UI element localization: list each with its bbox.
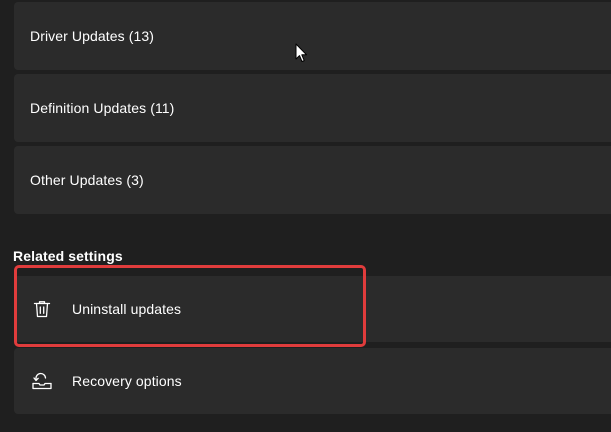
other-updates-label: Other Updates (3) xyxy=(30,172,144,188)
trash-icon xyxy=(31,298,53,320)
recovery-options-item[interactable]: Recovery options xyxy=(14,348,611,414)
recovery-icon xyxy=(31,370,53,392)
driver-updates-label: Driver Updates (13) xyxy=(30,28,155,44)
related-settings-heading: Related settings xyxy=(13,248,123,264)
other-updates-item[interactable]: Other Updates (3) xyxy=(14,146,611,214)
uninstall-updates-item[interactable]: Uninstall updates xyxy=(14,276,611,342)
driver-updates-item[interactable]: Driver Updates (13) xyxy=(14,2,611,70)
definition-updates-item[interactable]: Definition Updates (11) xyxy=(14,74,611,142)
definition-updates-label: Definition Updates (11) xyxy=(30,100,175,116)
recovery-options-label: Recovery options xyxy=(72,373,182,389)
uninstall-updates-label: Uninstall updates xyxy=(72,301,182,317)
